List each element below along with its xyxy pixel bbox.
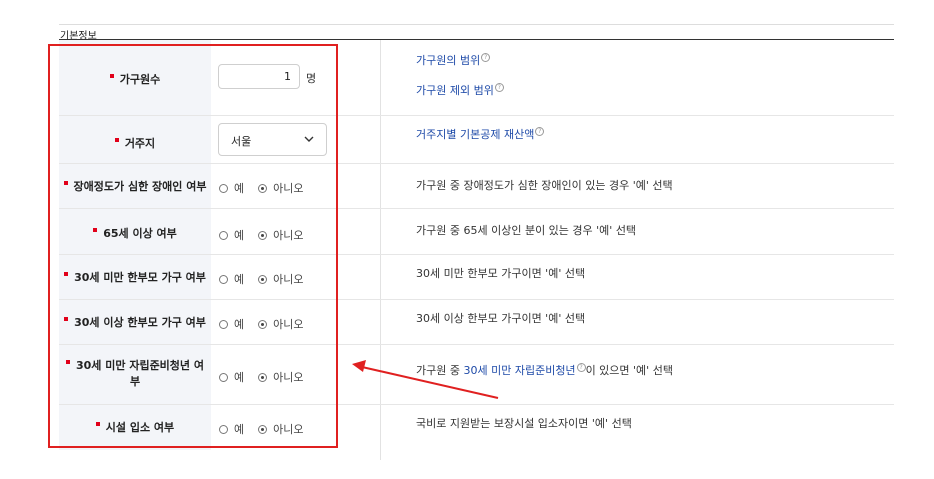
annotation-arrow-icon: [352, 360, 499, 399]
